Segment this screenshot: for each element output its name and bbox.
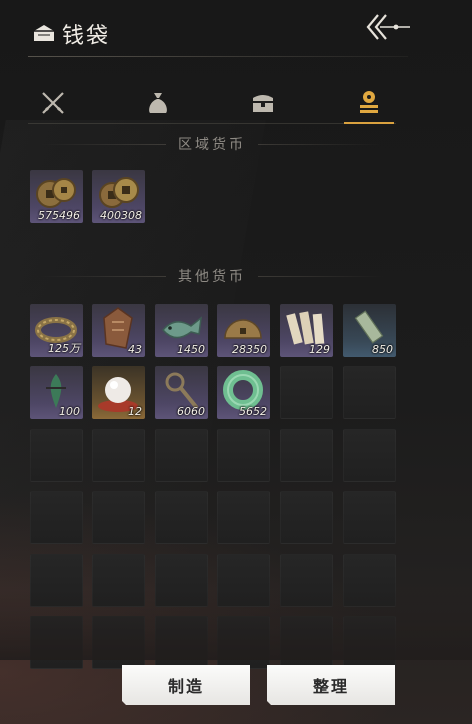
empty-slot xyxy=(217,491,270,544)
currency-slot[interactable]: 100 xyxy=(30,366,83,419)
section-other-currency: 其他货币 xyxy=(28,267,396,285)
item-count: 5652 xyxy=(239,405,267,418)
tab-materials[interactable] xyxy=(133,84,183,122)
treasure-chest-icon xyxy=(253,95,273,112)
item-count: 100 xyxy=(59,405,80,418)
section-title: 其他货币 xyxy=(178,269,246,285)
empty-slot xyxy=(155,491,208,544)
empty-slot xyxy=(92,491,145,544)
currency-slot[interactable]: 129 xyxy=(280,304,333,357)
item-count: 43 xyxy=(128,343,142,356)
currency-slot[interactable]: 125万 xyxy=(30,304,83,357)
empty-slot xyxy=(155,429,208,482)
currency-slot[interactable]: 12 xyxy=(92,366,145,419)
item-count: 575496 xyxy=(38,209,80,222)
currency-slot[interactable]: 850 xyxy=(343,304,396,357)
empty-slot xyxy=(92,429,145,482)
empty-slot xyxy=(280,491,333,544)
tab-chests[interactable] xyxy=(238,84,288,122)
empty-slot xyxy=(280,366,333,419)
money-bag-icon xyxy=(149,93,167,113)
empty-slot xyxy=(217,429,270,482)
wallet-icon xyxy=(34,25,54,41)
section-title: 区域货币 xyxy=(178,137,246,153)
item-count: 125万 xyxy=(48,342,80,355)
currency-slot[interactable]: 1450 xyxy=(155,304,208,357)
header: 钱袋 xyxy=(0,0,472,70)
item-count: 12 xyxy=(128,405,142,418)
craft-button[interactable]: 制造 xyxy=(122,665,250,705)
tabs-divider xyxy=(28,123,396,124)
currency-slot[interactable]: 575496 xyxy=(30,170,83,223)
crossed-swords-icon xyxy=(42,92,64,114)
empty-slot xyxy=(343,429,396,482)
item-count: 6060 xyxy=(177,405,205,418)
empty-slot xyxy=(30,429,83,482)
currency-slot[interactable]: 400308 xyxy=(92,170,145,223)
item-count: 28350 xyxy=(232,343,267,356)
empty-slot xyxy=(343,491,396,544)
page-title: 钱袋 xyxy=(62,24,111,49)
item-count: 129 xyxy=(309,343,330,356)
currency-slot[interactable]: 6060 xyxy=(155,366,208,419)
empty-slot xyxy=(30,491,83,544)
back-arrow-icon[interactable] xyxy=(366,12,412,42)
item-count: 1450 xyxy=(177,343,205,356)
item-count: 400308 xyxy=(100,209,142,222)
currency-slot[interactable]: 43 xyxy=(92,304,145,357)
active-tab-indicator xyxy=(344,122,394,124)
header-divider xyxy=(28,56,408,57)
item-count: 850 xyxy=(372,343,393,356)
tab-weapons[interactable] xyxy=(28,84,78,122)
empty-slot xyxy=(280,429,333,482)
currency-slot[interactable]: 28350 xyxy=(217,304,270,357)
empty-slot xyxy=(343,366,396,419)
currency-slot[interactable]: 5652 xyxy=(217,366,270,419)
tab-currency[interactable] xyxy=(344,84,394,122)
category-tabs xyxy=(28,84,396,124)
section-regional-currency: 区域货币 xyxy=(28,135,396,153)
sort-button[interactable]: 整理 xyxy=(267,665,395,705)
coin-stack-icon xyxy=(360,91,378,113)
bottom-fade xyxy=(0,590,472,660)
